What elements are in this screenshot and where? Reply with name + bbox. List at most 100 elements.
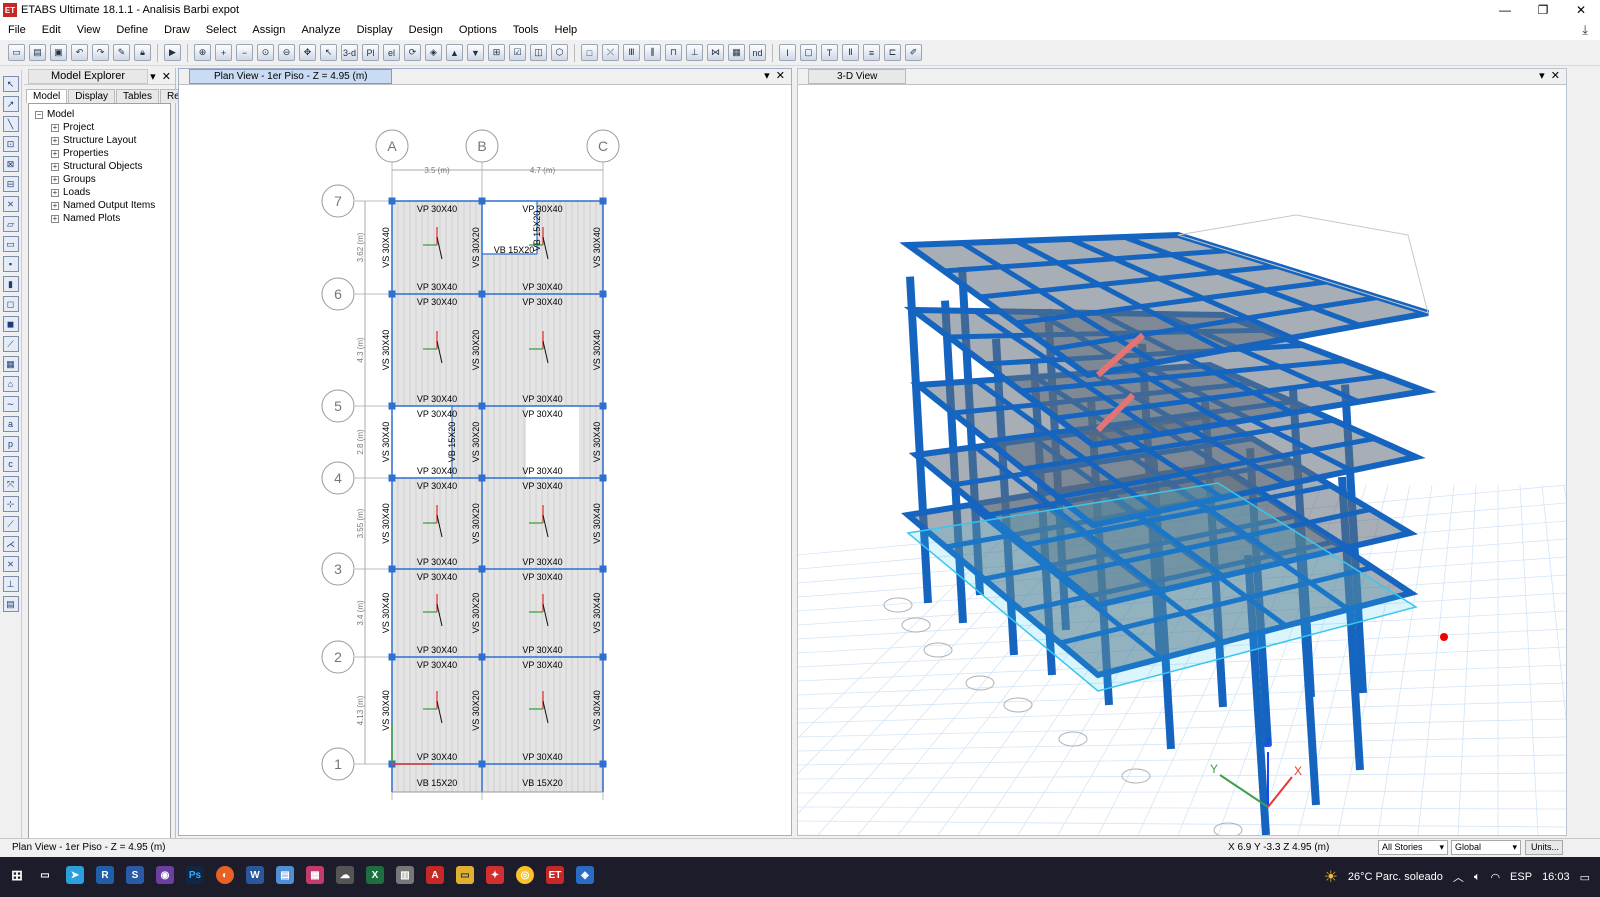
tree-root[interactable]: − Model [35,108,164,121]
tree-item-groups[interactable]: + Groups [35,173,164,186]
draw-grid-icon[interactable]: ⊟ [2,176,19,192]
weather-text[interactable]: 26°C Parc. soleado [1348,871,1443,883]
pdf-icon[interactable]: ✦ [486,866,504,884]
view-3d-canvas[interactable]: Z Y X [697,85,1600,897]
zoom-restore-icon[interactable]: ⊙ [257,44,274,61]
notification-icon[interactable]: ▭ [1580,871,1590,884]
expand-icon[interactable]: + [51,188,59,197]
move-up-icon[interactable]: ▲ [446,44,463,61]
section-box-icon[interactable]: ▢ [800,44,817,61]
calculator-icon[interactable]: ▥ [396,866,414,884]
area-icon[interactable]: ▦ [728,44,745,61]
tray-chevron-icon[interactable]: ︿ [1453,869,1464,885]
section-t-icon[interactable]: T [821,44,838,61]
lock-icon[interactable]: 🔒︎ [134,44,151,61]
expand-icon[interactable]: + [51,214,59,223]
menu-view[interactable]: View [69,24,109,36]
menu-select[interactable]: Select [198,24,245,36]
move-down-icon[interactable]: ▼ [467,44,484,61]
coord-system-select[interactable]: Global ▾ [1451,840,1521,855]
plan-view-tab[interactable]: Plan View - 1er Piso - Z = 4.95 (m) [189,69,393,84]
menu-assign[interactable]: Assign [244,24,293,36]
menu-draw[interactable]: Draw [156,24,198,36]
close-icon[interactable]: ✕ [1551,70,1560,82]
tree-item-loads[interactable]: + Loads [35,186,164,199]
view-3d-box-icon[interactable]: ⬡ [551,44,568,61]
rectangle-icon[interactable]: □ [581,44,598,61]
draw-tendon-icon[interactable]: ⌂ [2,376,19,392]
dropdown-icon[interactable]: ▾ [764,70,770,82]
support-icon[interactable]: ⊥ [686,44,703,61]
app-cloud-icon[interactable]: ☁ [336,866,354,884]
zoom-out-icon[interactable]: − [236,44,253,61]
braces-icon[interactable]: ⫼ [644,44,661,61]
photoshop-icon[interactable]: Ps [186,866,204,884]
pointer-icon[interactable]: ↖ [320,44,337,61]
frame-icon[interactable]: ⊓ [665,44,682,61]
plan-view-canvas[interactable]: A B C 7 6 5 4 3 2 1 3.5 (m) 4.7 (m) 3.62 (m) 4.3 (m) 2… [179,85,791,835]
perspective-icon[interactable]: ◈ [425,44,442,61]
select-pointer-icon[interactable]: ↖ [2,76,19,92]
expand-icon[interactable]: + [51,149,59,158]
word-icon[interactable]: W [246,866,264,884]
line-style-icon[interactable]: ≡ [863,44,880,61]
draw-column-icon[interactable]: ⊠ [2,156,19,172]
menu-help[interactable]: Help [547,24,586,36]
expand-icon[interactable]: + [51,175,59,184]
menu-tools[interactable]: Tools [505,24,547,36]
menu-analyze[interactable]: Analyze [293,24,348,36]
autocad-icon[interactable]: A [426,866,444,884]
tree-item-named-output[interactable]: + Named Output Items [35,199,164,212]
close-button[interactable]: ✕ [1562,0,1600,20]
expand-icon[interactable]: + [51,123,59,132]
draw-mesh-icon[interactable]: ▦ [2,356,19,372]
close-icon[interactable]: ✕ [776,70,785,82]
elevation-view-icon[interactable]: el [383,44,400,61]
pen-icon[interactable]: ✐ [905,44,922,61]
zoom-window-icon[interactable]: ⊕ [194,44,211,61]
excel-icon[interactable]: X [366,866,384,884]
restore-button[interactable]: ❐ [1524,0,1562,20]
draw-link-icon[interactable]: ⟋ [2,336,19,352]
expand-icon[interactable]: + [51,162,59,171]
files-icon[interactable]: ▤ [276,866,294,884]
menu-define[interactable]: Define [108,24,156,36]
task-view-icon[interactable]: ▭ [36,866,54,884]
tree-item-structural-objects[interactable]: + Structural Objects [35,160,164,173]
zoom-in-icon[interactable]: + [215,44,232,61]
minimize-button[interactable]: — [1486,0,1524,20]
redo-icon[interactable]: ↷ [92,44,109,61]
display-options-icon[interactable]: ◫ [530,44,547,61]
snap-perp-icon[interactable]: ⊥ [2,576,19,592]
snap-grid-icon[interactable]: ⊹ [2,496,19,512]
select-all-icon[interactable]: a [2,416,19,432]
expand-icon[interactable]: + [51,136,59,145]
chrome-icon[interactable]: ◎ [516,866,534,884]
select-previous-icon[interactable]: p [2,436,19,452]
undo-icon[interactable]: ↶ [71,44,88,61]
dropdown-icon[interactable]: ▾ [1539,70,1545,82]
draw-floor-icon[interactable]: ▱ [2,216,19,232]
firefox-icon[interactable]: ◐ [216,866,234,884]
intersect-icon[interactable]: ⤧ [2,476,19,492]
windows-start-icon[interactable]: ⊞ [8,866,26,884]
save-icon[interactable]: ▣ [50,44,67,61]
dropdown-icon[interactable]: ▾ [150,71,156,83]
nd-icon[interactable]: nd [749,44,766,61]
tree-item-structure-layout[interactable]: + Structure Layout [35,134,164,147]
draw-beam-icon[interactable]: ⊡ [2,136,19,152]
rotate-icon[interactable]: ⟳ [404,44,421,61]
draw-pier-icon[interactable]: ◼ [2,316,19,332]
pan-icon[interactable]: ✥ [299,44,316,61]
plan-view-icon[interactable]: Pl [362,44,379,61]
draw-line-icon[interactable]: ╲ [2,116,19,132]
tree-item-properties[interactable]: + Properties [35,147,164,160]
snap-mid-icon[interactable]: ⋌ [2,536,19,552]
volume-icon[interactable]: 🔈︎ [1474,871,1481,884]
snap-intersect-icon[interactable]: ⨯ [2,556,19,572]
download-icon[interactable]: ⤓ [1582,22,1588,38]
object-shrink-icon[interactable]: ⊞ [488,44,505,61]
telegram-icon[interactable]: ➤ [66,866,84,884]
tab-display[interactable]: Display [68,89,116,103]
snap-end-icon[interactable]: ⟋ [2,516,19,532]
